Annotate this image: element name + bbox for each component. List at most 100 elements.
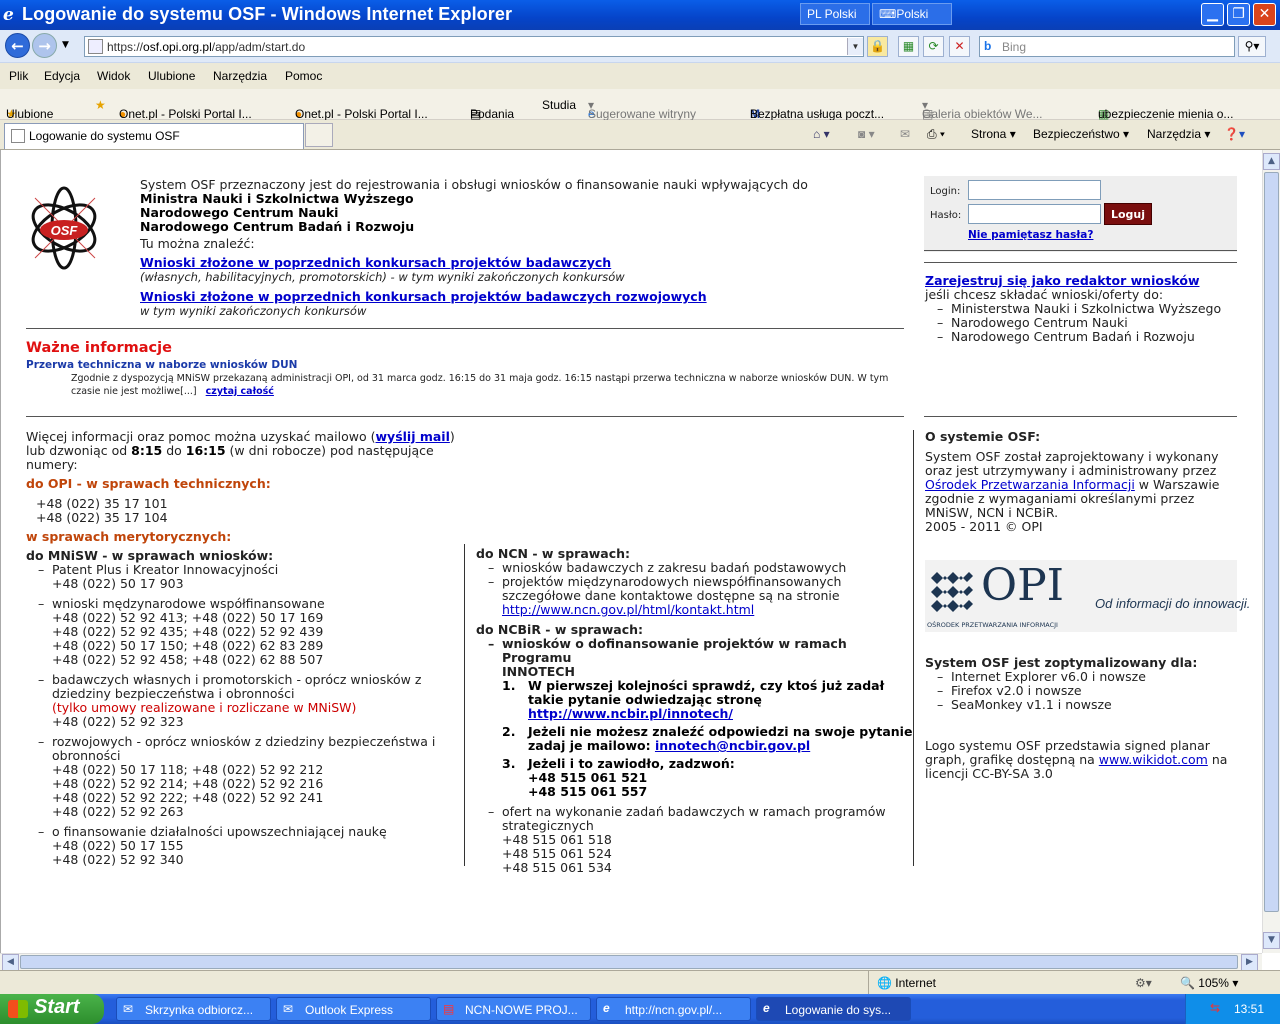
send-mail-link[interactable]: wyślij mail bbox=[376, 429, 450, 444]
innotech-mail-link[interactable]: innotech@ncbir.gov.pl bbox=[655, 738, 810, 753]
scroll-right-button[interactable]: ▶ bbox=[1241, 954, 1258, 971]
favorite-studia[interactable]: Studia bbox=[542, 98, 576, 112]
keyboard-icon: ⌨ bbox=[879, 7, 897, 21]
print-icon[interactable]: ⎙ ▾ bbox=[927, 127, 945, 142]
read-more-link[interactable]: czytaj całość bbox=[206, 386, 274, 397]
register-block: Zarejestruj się jako redaktor wniosków j… bbox=[925, 273, 1245, 345]
safety-menu[interactable]: Bezpieczeństwo ▾ bbox=[1033, 127, 1129, 141]
scroll-thumb[interactable] bbox=[1264, 172, 1279, 912]
search-icon[interactable]: ⚲▾ bbox=[1238, 36, 1266, 57]
hscroll-thumb[interactable] bbox=[20, 955, 1238, 969]
svg-text:OSF: OSF bbox=[51, 223, 79, 238]
menu-edycja[interactable]: Edycja bbox=[44, 69, 80, 83]
login-input[interactable] bbox=[968, 180, 1101, 200]
compatibility-view-icon[interactable]: ▦ bbox=[898, 36, 919, 57]
forward-button[interactable]: → bbox=[32, 33, 57, 58]
restore-button[interactable]: ❐ bbox=[1227, 3, 1250, 26]
scroll-left-button[interactable]: ◀ bbox=[2, 954, 19, 971]
mail-icon: ✉ bbox=[123, 1002, 134, 1016]
link-research-projects[interactable]: Wnioski złożone w poprzednich konkursach… bbox=[140, 255, 611, 270]
opi-slogan: Od informacji do innowacji. bbox=[1095, 596, 1251, 611]
tools-menu[interactable]: Narzędzia ▾ bbox=[1147, 127, 1210, 141]
innotech-link[interactable]: http://www.ncbir.pl/innotech/ bbox=[528, 706, 733, 721]
link-development-projects[interactable]: Wnioski złożone w poprzednich konkursach… bbox=[140, 289, 707, 304]
menu-ulubione[interactable]: Ulubione bbox=[148, 69, 195, 83]
ncn-contact-link[interactable]: http://www.ncn.gov.pl/html/kontakt.html bbox=[502, 602, 754, 617]
institution-mnisw: Ministra Nauki i Szkolnictwa Wyższego bbox=[140, 191, 414, 206]
favorite-web-slice-gallery[interactable]: ▤ Galeria obiektów We... ▾ bbox=[922, 98, 1043, 121]
language-indicator[interactable]: PL Polski bbox=[800, 3, 870, 25]
opi-heading: do OPI - w sprawach technicznych: bbox=[26, 476, 271, 491]
page-content: OSF System OSF przeznaczony jest do reje… bbox=[0, 150, 1262, 953]
mnisw-heading: do MNiSW - w sprawach wniosków: bbox=[26, 548, 274, 563]
divider bbox=[924, 262, 1237, 263]
intro-block: System OSF przeznaczony jest do rejestro… bbox=[140, 177, 900, 319]
divider bbox=[924, 416, 1237, 417]
scroll-down-button[interactable]: ▼ bbox=[1263, 932, 1280, 949]
list-item: Narodowego Centrum Badań i Rozwoju bbox=[925, 330, 1245, 345]
opi-wordmark: OPI bbox=[981, 560, 1065, 611]
menu-narzedzia[interactable]: Narzędzia bbox=[213, 69, 267, 83]
zoom-control[interactable]: 🔍 105% ▾ bbox=[1180, 976, 1238, 990]
refresh-icon[interactable]: ⟳ bbox=[923, 36, 944, 57]
scroll-up-button[interactable]: ▲ bbox=[1263, 153, 1280, 170]
opi-link[interactable]: Ośrodek Przetwarzania Informacji bbox=[925, 477, 1135, 492]
favorite-suggested-sites[interactable]: e Sugerowane witryny ▾ bbox=[588, 98, 696, 121]
protected-mode-icon[interactable]: ⚙▾ bbox=[1135, 976, 1152, 990]
ie-icon: e bbox=[763, 1001, 770, 1015]
list-item: wniosków o dofinansowanie projektów w ra… bbox=[476, 637, 916, 679]
keyboard-layout-indicator[interactable]: ⌨Polski bbox=[872, 3, 952, 25]
menu-widok[interactable]: Widok bbox=[97, 69, 130, 83]
taskbar-item-osf[interactable]: e Logowanie do sys... bbox=[756, 997, 911, 1021]
taskbar-item-outlook[interactable]: ✉ Outlook Express bbox=[276, 997, 431, 1021]
forgot-password-link[interactable]: Nie pamiętasz hasła? bbox=[968, 228, 1093, 242]
list-item: rozwojowych - oprócz wniosków z dziedzin… bbox=[26, 735, 466, 819]
vertical-scrollbar[interactable]: ▲ ▼ bbox=[1262, 150, 1280, 953]
new-tab-button[interactable] bbox=[305, 123, 333, 147]
tab-current[interactable]: Logowanie do systemu OSF bbox=[4, 123, 304, 149]
login-label: Login: bbox=[930, 186, 961, 197]
login-panel: Login: Hasło: Loguj Nie pamiętasz hasła? bbox=[924, 176, 1237, 252]
mail-icon[interactable]: ✉ bbox=[900, 127, 910, 141]
find-label: Tu można znaleźć: bbox=[140, 236, 255, 251]
login-button[interactable]: Loguj bbox=[1104, 203, 1152, 225]
opi-emblem-icon bbox=[929, 572, 973, 612]
page-menu[interactable]: Strona ▾ bbox=[971, 127, 1016, 141]
help-icon[interactable]: ❓▾ bbox=[1224, 127, 1245, 141]
search-input[interactable]: b Bing bbox=[979, 36, 1235, 57]
news-body: Zgodnie z dyspozycją MNiSW przekazaną ad… bbox=[71, 373, 889, 397]
clock[interactable]: 13:51 bbox=[1234, 1002, 1264, 1016]
back-button[interactable]: ← bbox=[5, 33, 30, 58]
taskbar-item-ncn-browser[interactable]: e http://ncn.gov.pl/... bbox=[596, 997, 751, 1021]
register-link[interactable]: Zarejestruj się jako redaktor wniosków bbox=[925, 273, 1200, 288]
address-field[interactable]: https://osf.opi.org.pl/app/adm/start.do … bbox=[84, 36, 864, 57]
add-favorite-icon[interactable]: ★ bbox=[95, 98, 106, 112]
home-icon[interactable]: ⌂ ▾ bbox=[813, 127, 830, 141]
list-item: wniosków badawczych z zakresu badań pods… bbox=[476, 561, 916, 576]
password-input[interactable] bbox=[968, 204, 1101, 224]
feeds-icon[interactable]: ◙ ▾ bbox=[858, 127, 875, 141]
taskbar-item-inbox[interactable]: ✉ Skrzynka odbiorcz... bbox=[116, 997, 271, 1021]
horizontal-scrollbar[interactable]: ◀ ▶ bbox=[0, 953, 1262, 971]
minimize-button[interactable]: ▁ bbox=[1201, 3, 1224, 26]
taskbar-item-ncn[interactable]: ▤ NCN-NOWE PROJ... bbox=[436, 997, 591, 1021]
lock-icon[interactable]: 🔒 bbox=[867, 36, 888, 57]
about-block: O systemie OSF: System OSF został zaproj… bbox=[925, 430, 1245, 534]
close-button[interactable]: ✕ bbox=[1253, 3, 1276, 26]
menu-plik[interactable]: Plik bbox=[9, 69, 28, 83]
start-button[interactable]: Start bbox=[0, 994, 104, 1024]
status-bar: 🌐 Internet ⚙▾ 🔍 105% ▾ bbox=[0, 970, 1280, 995]
institution-ncn: Narodowego Centrum Nauki bbox=[140, 205, 339, 220]
menu-pomoc[interactable]: Pomoc bbox=[285, 69, 322, 83]
link-research-projects-desc: (własnych, habilitacyjnych, promotorskic… bbox=[140, 270, 625, 284]
address-dropdown-button[interactable]: ▼ bbox=[847, 38, 863, 55]
tab-bar: Logowanie do systemu OSF ⌂ ▾ ◙ ▾ ✉ ⎙ ▾ S… bbox=[0, 120, 1280, 150]
wikidot-link[interactable]: www.wikidot.com bbox=[1099, 752, 1208, 767]
list-item: badawczych własnych i promotorskich - op… bbox=[26, 673, 466, 729]
divider bbox=[26, 328, 904, 329]
password-label: Hasło: bbox=[930, 210, 962, 221]
recent-pages-dropdown[interactable]: ▼ bbox=[62, 40, 69, 50]
stop-icon[interactable]: ✕ bbox=[949, 36, 970, 57]
network-icon[interactable]: ⇆ bbox=[1210, 1001, 1220, 1015]
intro-text: System OSF przeznaczony jest do rejestro… bbox=[140, 177, 808, 192]
